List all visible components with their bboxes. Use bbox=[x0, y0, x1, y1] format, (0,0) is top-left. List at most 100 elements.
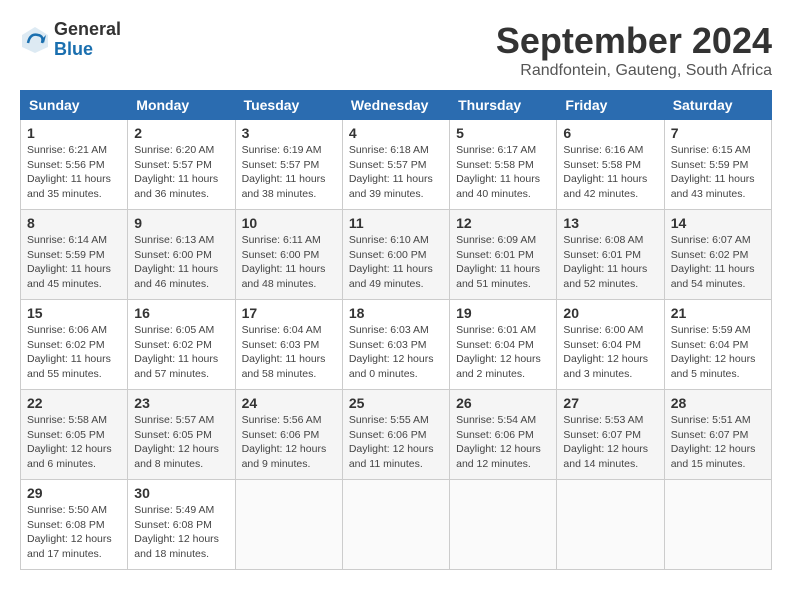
day-info: Sunrise: 6:09 AMSunset: 6:01 PMDaylight:… bbox=[456, 234, 540, 290]
calendar-cell: 22 Sunrise: 5:58 AMSunset: 6:05 PMDayligh… bbox=[21, 390, 128, 480]
day-number: 23 bbox=[134, 395, 228, 411]
day-number: 13 bbox=[563, 215, 657, 231]
day-info: Sunrise: 6:20 AMSunset: 5:57 PMDaylight:… bbox=[134, 144, 218, 200]
day-number: 5 bbox=[456, 125, 550, 141]
day-info: Sunrise: 5:56 AMSunset: 6:06 PMDaylight:… bbox=[242, 414, 327, 470]
calendar-cell: 7 Sunrise: 6:15 AMSunset: 5:59 PMDaylight… bbox=[664, 120, 771, 210]
calendar-cell: 10 Sunrise: 6:11 AMSunset: 6:00 PMDayligh… bbox=[235, 210, 342, 300]
day-number: 6 bbox=[563, 125, 657, 141]
day-number: 29 bbox=[27, 485, 121, 501]
weekday-header: Tuesday bbox=[235, 91, 342, 120]
calendar-cell: 5 Sunrise: 6:17 AMSunset: 5:58 PMDaylight… bbox=[450, 120, 557, 210]
calendar-cell: 21 Sunrise: 5:59 AMSunset: 6:04 PMDayligh… bbox=[664, 300, 771, 390]
calendar-cell: 12 Sunrise: 6:09 AMSunset: 6:01 PMDayligh… bbox=[450, 210, 557, 300]
calendar-cell: 9 Sunrise: 6:13 AMSunset: 6:00 PMDaylight… bbox=[128, 210, 235, 300]
day-number: 11 bbox=[349, 215, 443, 231]
weekday-header: Friday bbox=[557, 91, 664, 120]
day-number: 19 bbox=[456, 305, 550, 321]
day-info: Sunrise: 6:15 AMSunset: 5:59 PMDaylight:… bbox=[671, 144, 755, 200]
calendar-cell: 29Sunrise: 5:50 AMSunset: 6:08 PMDayligh… bbox=[21, 480, 128, 570]
day-info: Sunrise: 6:04 AMSunset: 6:03 PMDaylight:… bbox=[242, 324, 326, 380]
weekday-header: Monday bbox=[128, 91, 235, 120]
logo-general: General bbox=[54, 20, 121, 40]
day-info: Sunrise: 6:01 AMSunset: 6:04 PMDaylight:… bbox=[456, 324, 541, 380]
day-number: 1 bbox=[27, 125, 121, 141]
calendar-cell: 26 Sunrise: 5:54 AMSunset: 6:06 PMDayligh… bbox=[450, 390, 557, 480]
day-info: Sunrise: 6:21 AMSunset: 5:56 PMDaylight:… bbox=[27, 144, 111, 200]
calendar-cell: 17 Sunrise: 6:04 AMSunset: 6:03 PMDayligh… bbox=[235, 300, 342, 390]
day-number: 21 bbox=[671, 305, 765, 321]
weekday-header-row: SundayMondayTuesdayWednesdayThursdayFrid… bbox=[21, 91, 772, 120]
calendar-table: SundayMondayTuesdayWednesdayThursdayFrid… bbox=[20, 90, 772, 570]
header: General Blue September 2024 Randfontein,… bbox=[20, 20, 772, 80]
day-number: 8 bbox=[27, 215, 121, 231]
calendar-week-row: 1 Sunrise: 6:21 AMSunset: 5:56 PMDaylight… bbox=[21, 120, 772, 210]
day-number: 27 bbox=[563, 395, 657, 411]
calendar-cell: 3Sunrise: 6:19 AMSunset: 5:57 PMDaylight… bbox=[235, 120, 342, 210]
calendar-cell: 1 Sunrise: 6:21 AMSunset: 5:56 PMDaylight… bbox=[21, 120, 128, 210]
day-number: 10 bbox=[242, 215, 336, 231]
calendar-cell: 13Sunrise: 6:08 AMSunset: 6:01 PMDayligh… bbox=[557, 210, 664, 300]
calendar-cell bbox=[557, 480, 664, 570]
day-number: 26 bbox=[456, 395, 550, 411]
calendar-cell: 16Sunrise: 6:05 AMSunset: 6:02 PMDayligh… bbox=[128, 300, 235, 390]
day-info: Sunrise: 5:59 AMSunset: 6:04 PMDaylight:… bbox=[671, 324, 756, 380]
day-number: 4 bbox=[349, 125, 443, 141]
calendar-cell: 30Sunrise: 5:49 AMSunset: 6:08 PMDayligh… bbox=[128, 480, 235, 570]
calendar-cell: 6 Sunrise: 6:16 AMSunset: 5:58 PMDaylight… bbox=[557, 120, 664, 210]
day-info: Sunrise: 6:07 AMSunset: 6:02 PMDaylight:… bbox=[671, 234, 755, 290]
calendar-cell: 27 Sunrise: 5:53 AMSunset: 6:07 PMDayligh… bbox=[557, 390, 664, 480]
calendar-week-row: 8 Sunrise: 6:14 AMSunset: 5:59 PMDaylight… bbox=[21, 210, 772, 300]
logo-blue: Blue bbox=[54, 40, 121, 60]
logo-icon bbox=[20, 25, 50, 55]
calendar-cell bbox=[664, 480, 771, 570]
calendar-cell: 11 Sunrise: 6:10 AMSunset: 6:00 PMDayligh… bbox=[342, 210, 449, 300]
month-title: September 2024 bbox=[496, 20, 772, 62]
logo-text: General Blue bbox=[54, 20, 121, 60]
day-number: 7 bbox=[671, 125, 765, 141]
day-info: Sunrise: 6:16 AMSunset: 5:58 PMDaylight:… bbox=[563, 144, 647, 200]
day-info: Sunrise: 6:11 AMSunset: 6:00 PMDaylight:… bbox=[242, 234, 326, 290]
day-number: 14 bbox=[671, 215, 765, 231]
day-number: 18 bbox=[349, 305, 443, 321]
day-info: Sunrise: 6:06 AMSunset: 6:02 PMDaylight:… bbox=[27, 324, 111, 380]
calendar-cell: 15 Sunrise: 6:06 AMSunset: 6:02 PMDayligh… bbox=[21, 300, 128, 390]
day-number: 15 bbox=[27, 305, 121, 321]
day-number: 28 bbox=[671, 395, 765, 411]
day-info: Sunrise: 5:55 AMSunset: 6:06 PMDaylight:… bbox=[349, 414, 434, 470]
day-number: 9 bbox=[134, 215, 228, 231]
calendar-week-row: 15 Sunrise: 6:06 AMSunset: 6:02 PMDayligh… bbox=[21, 300, 772, 390]
weekday-header: Sunday bbox=[21, 91, 128, 120]
day-info: Sunrise: 6:03 AMSunset: 6:03 PMDaylight:… bbox=[349, 324, 434, 380]
day-info: Sunrise: 6:13 AMSunset: 6:00 PMDaylight:… bbox=[134, 234, 218, 290]
calendar-cell: 4Sunrise: 6:18 AMSunset: 5:57 PMDaylight… bbox=[342, 120, 449, 210]
day-info: Sunrise: 6:17 AMSunset: 5:58 PMDaylight:… bbox=[456, 144, 540, 200]
day-info: Sunrise: 6:10 AMSunset: 6:00 PMDaylight:… bbox=[349, 234, 433, 290]
calendar-cell: 23 Sunrise: 5:57 AMSunset: 6:05 PMDayligh… bbox=[128, 390, 235, 480]
day-info: Sunrise: 5:53 AMSunset: 6:07 PMDaylight:… bbox=[563, 414, 648, 470]
day-number: 17 bbox=[242, 305, 336, 321]
day-info: Sunrise: 5:49 AMSunset: 6:08 PMDaylight:… bbox=[134, 504, 219, 560]
weekday-header: Thursday bbox=[450, 91, 557, 120]
weekday-header: Wednesday bbox=[342, 91, 449, 120]
calendar-cell: 25Sunrise: 5:55 AMSunset: 6:06 PMDayligh… bbox=[342, 390, 449, 480]
day-number: 16 bbox=[134, 305, 228, 321]
title-area: September 2024 Randfontein, Gauteng, Sou… bbox=[496, 20, 772, 80]
day-info: Sunrise: 5:58 AMSunset: 6:05 PMDaylight:… bbox=[27, 414, 112, 470]
calendar-cell: 18 Sunrise: 6:03 AMSunset: 6:03 PMDayligh… bbox=[342, 300, 449, 390]
calendar-cell bbox=[235, 480, 342, 570]
day-info: Sunrise: 6:00 AMSunset: 6:04 PMDaylight:… bbox=[563, 324, 648, 380]
calendar-cell: 8 Sunrise: 6:14 AMSunset: 5:59 PMDaylight… bbox=[21, 210, 128, 300]
calendar-cell bbox=[342, 480, 449, 570]
weekday-header: Saturday bbox=[664, 91, 771, 120]
day-number: 22 bbox=[27, 395, 121, 411]
day-info: Sunrise: 5:54 AMSunset: 6:06 PMDaylight:… bbox=[456, 414, 541, 470]
day-info: Sunrise: 5:57 AMSunset: 6:05 PMDaylight:… bbox=[134, 414, 219, 470]
day-number: 12 bbox=[456, 215, 550, 231]
calendar-cell: 28Sunrise: 5:51 AMSunset: 6:07 PMDayligh… bbox=[664, 390, 771, 480]
logo: General Blue bbox=[20, 20, 121, 60]
calendar-cell: 2Sunrise: 6:20 AMSunset: 5:57 PMDaylight… bbox=[128, 120, 235, 210]
day-info: Sunrise: 6:14 AMSunset: 5:59 PMDaylight:… bbox=[27, 234, 111, 290]
calendar-cell: 20Sunrise: 6:00 AMSunset: 6:04 PMDayligh… bbox=[557, 300, 664, 390]
calendar-cell: 19 Sunrise: 6:01 AMSunset: 6:04 PMDayligh… bbox=[450, 300, 557, 390]
